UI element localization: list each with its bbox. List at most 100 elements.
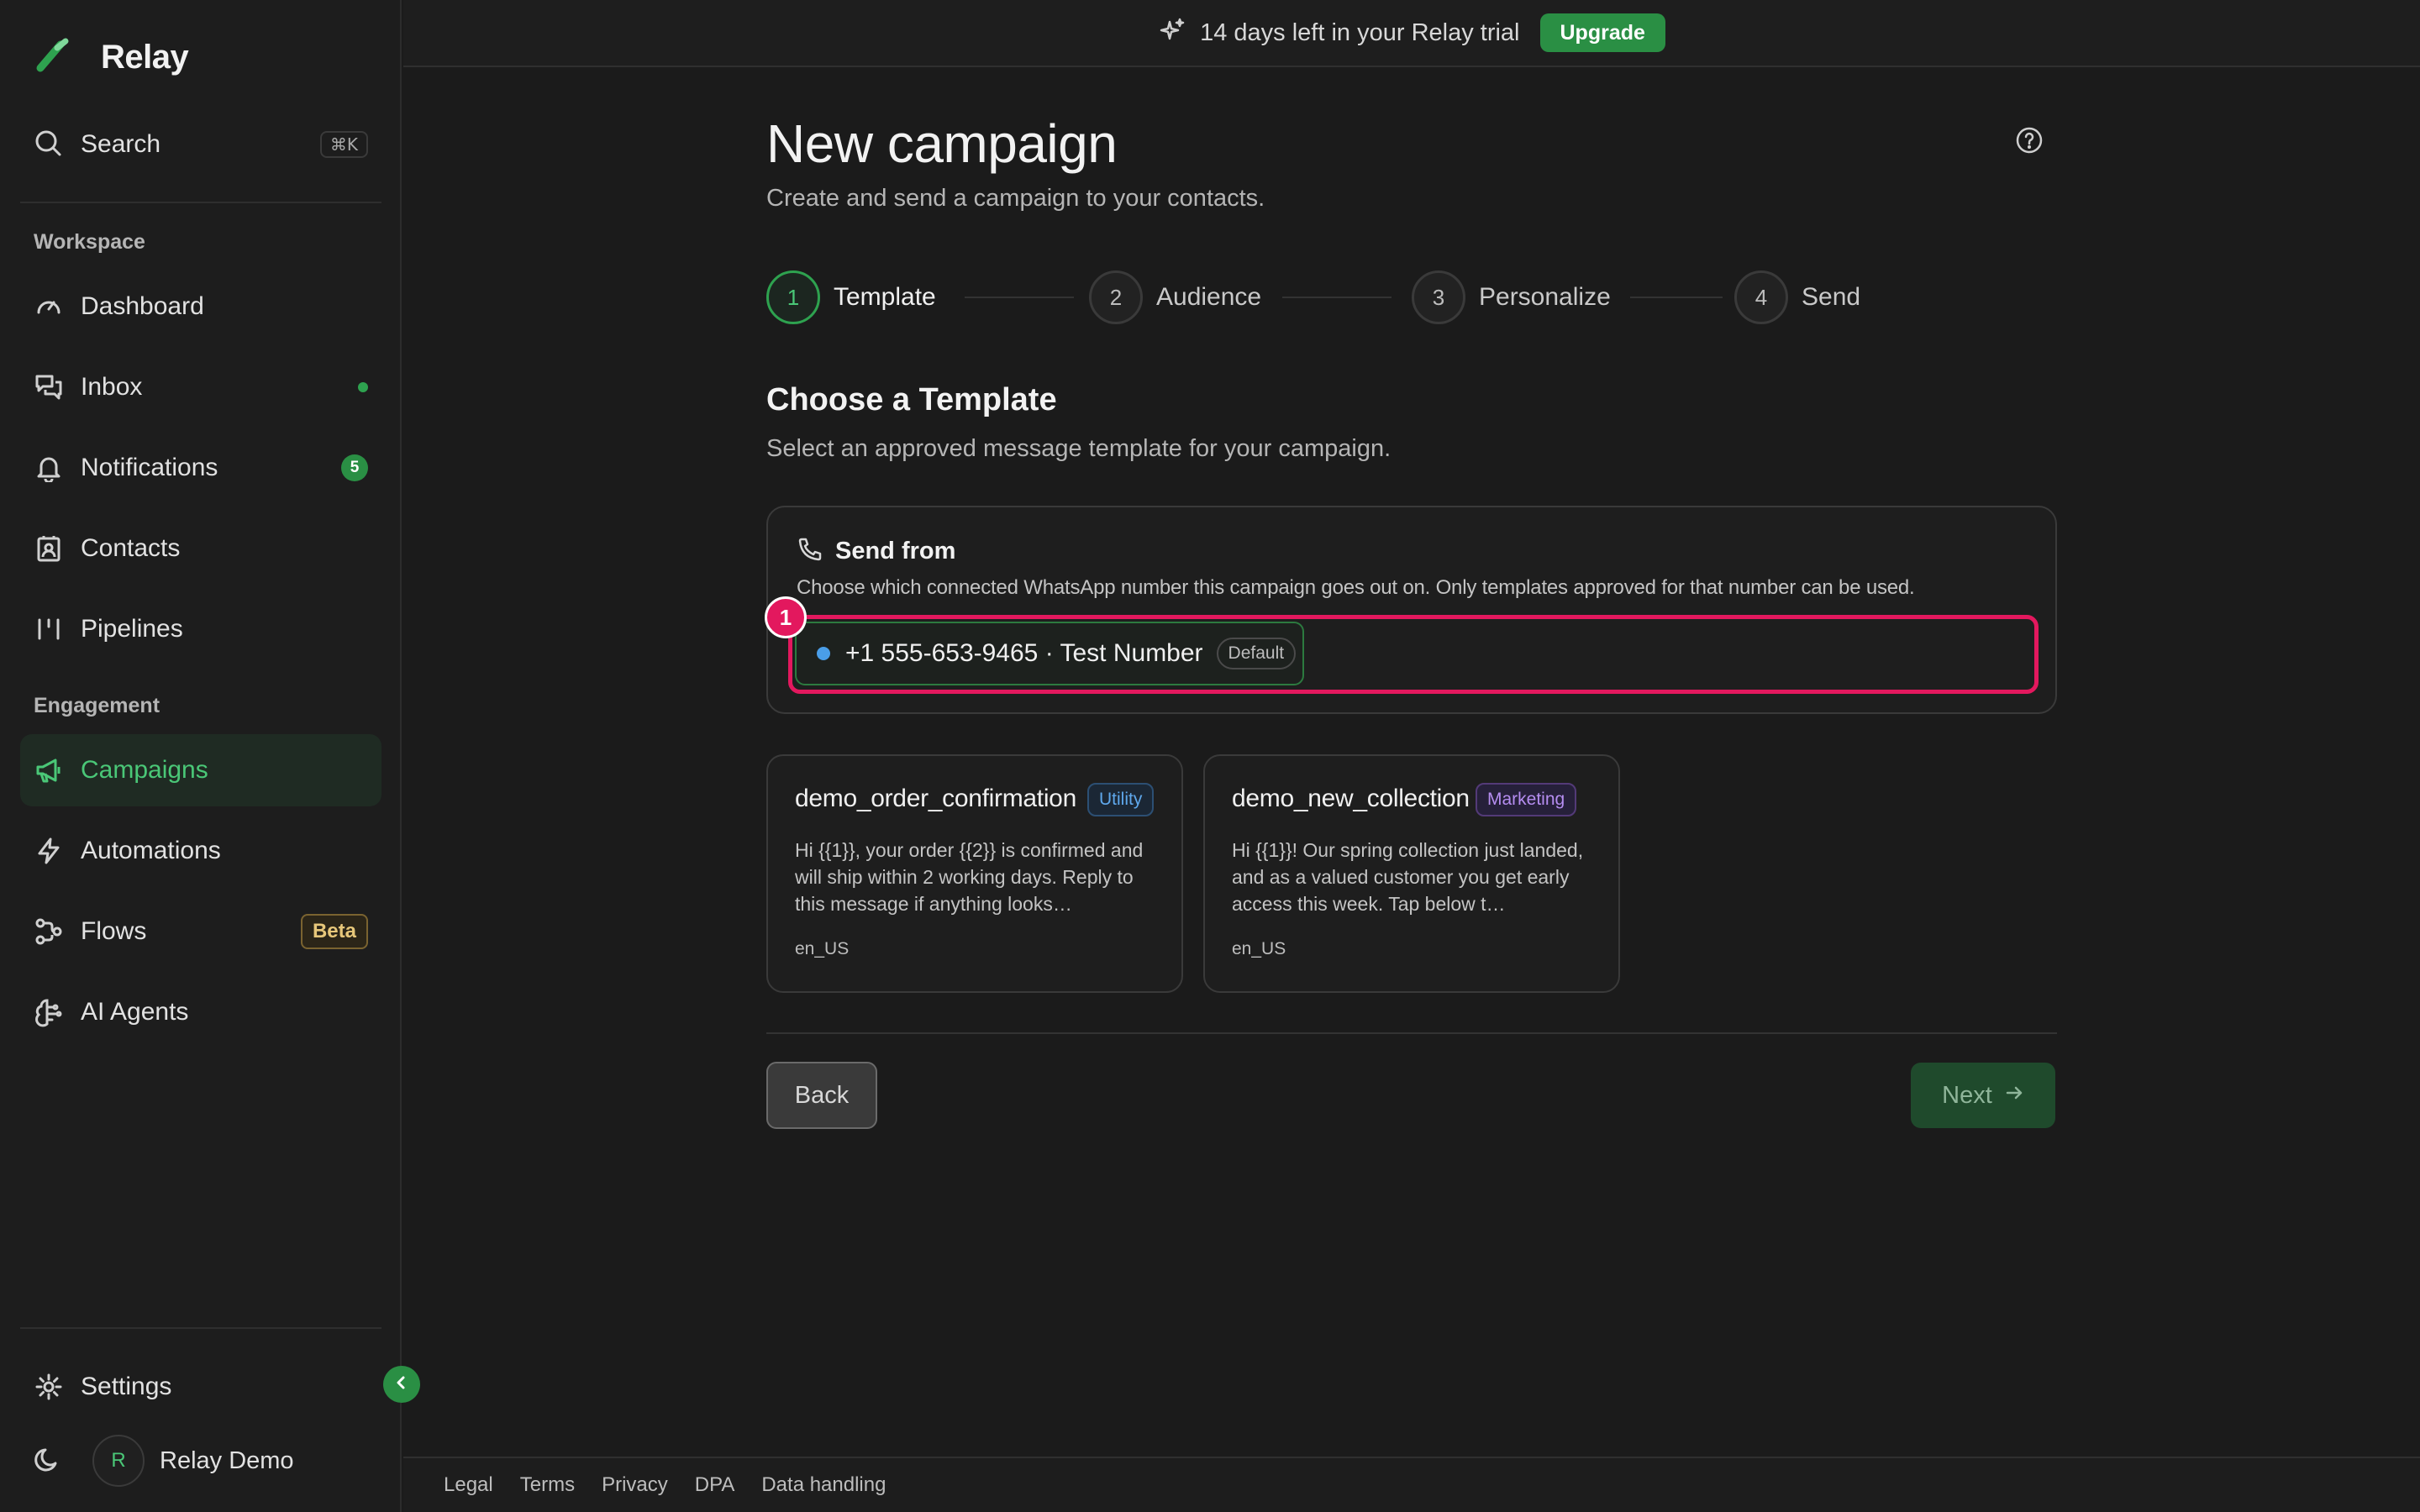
step-label: Personalize: [1479, 283, 1611, 311]
footer-link-privacy[interactable]: Privacy: [602, 1473, 668, 1497]
brain-icon: [34, 997, 64, 1027]
send-from-description: Choose which connected WhatsApp number t…: [797, 576, 1915, 599]
send-from-header: Send from: [797, 536, 955, 567]
sidebar-item-dashboard[interactable]: Dashboard: [20, 270, 381, 343]
step-template[interactable]: 1 Template: [766, 270, 936, 324]
sidebar-item-campaigns[interactable]: Campaigns: [20, 734, 381, 806]
step-number: 4: [1734, 270, 1788, 324]
template-body: Hi {{1}}! Our spring collection just lan…: [1232, 839, 1584, 915]
arrow-right-icon: [2004, 1082, 2024, 1110]
search-shortcut: ⌘K: [319, 131, 368, 158]
next-button[interactable]: Next: [1911, 1063, 2055, 1128]
category-badge: Utility: [1087, 783, 1155, 816]
sidebar-item-ai-agents[interactable]: AI Agents: [20, 976, 381, 1048]
chat-icon: [34, 372, 64, 402]
sidebar-item-pipelines[interactable]: Pipelines: [20, 593, 381, 665]
step-label: Template: [834, 283, 936, 311]
collapse-sidebar-button[interactable]: [383, 1366, 420, 1403]
flow-icon: [34, 916, 64, 947]
status-dot: [817, 647, 830, 660]
search-icon: [34, 129, 62, 161]
step-audience[interactable]: 2 Audience: [1089, 270, 1261, 324]
footer-link-data-handling[interactable]: Data handling: [761, 1473, 886, 1497]
sidebar-item-flows[interactable]: Flows Beta: [20, 895, 381, 968]
sidebar-divider: [20, 202, 381, 203]
trial-text: 14 days left in your Relay trial: [1200, 18, 1520, 46]
section-heading: Choose a Template: [766, 382, 1057, 417]
template-language: en_US: [795, 939, 850, 958]
template-card[interactable]: demo_new_collection Marketing Hi {{1}}! …: [1203, 754, 1620, 993]
step-connector: [1630, 297, 1723, 298]
bolt-icon: [34, 836, 64, 866]
actions-divider: [766, 1032, 2057, 1034]
user-name[interactable]: Relay Demo: [160, 1447, 294, 1475]
step-label: Audience: [1156, 283, 1262, 311]
sidebar-item-label: Inbox: [81, 373, 143, 401]
trial-banner: 14 days left in your Relay trial Upgrade: [403, 0, 2420, 67]
pipeline-icon: [34, 614, 64, 644]
user-row: R Relay Demo: [34, 1433, 294, 1488]
phone-number-label: +1 555-653-9465 · Test Number: [845, 639, 1203, 667]
search-button[interactable]: Search ⌘K: [20, 119, 368, 170]
avatar[interactable]: R: [92, 1435, 145, 1487]
step-label: Send: [1802, 283, 1861, 311]
beta-badge: Beta: [300, 914, 368, 949]
sidebar-item-label: Flows: [81, 917, 147, 945]
campaign-stepper: 1 Template 2 Audience 3 Personalize 4 Se…: [766, 270, 1860, 324]
sidebar-item-label: Pipelines: [81, 615, 183, 643]
chevron-left-icon: [393, 1374, 410, 1395]
sidebar-item-label: Campaigns: [81, 756, 208, 784]
engagement-section-title: Engagement: [34, 694, 160, 717]
send-from-title: Send from: [835, 538, 956, 564]
brand-name: Relay: [101, 38, 189, 76]
category-badge: Marketing: [1476, 783, 1577, 816]
phone-icon: [797, 536, 823, 567]
step-number: 1: [766, 270, 820, 324]
bell-icon: [34, 453, 64, 483]
sidebar-item-inbox[interactable]: Inbox: [20, 351, 381, 423]
footer-link-legal[interactable]: Legal: [444, 1473, 493, 1497]
step-send[interactable]: 4 Send: [1734, 270, 1860, 324]
sidebar-item-label: Settings: [81, 1373, 172, 1400]
back-button[interactable]: Back: [766, 1062, 877, 1129]
template-language: en_US: [1232, 939, 1286, 958]
phone-number-option[interactable]: +1 555-653-9465 · Test Number Default: [795, 622, 1304, 685]
step-connector: [1282, 297, 1392, 298]
moon-icon[interactable]: [34, 1445, 62, 1478]
unread-indicator: [358, 382, 368, 392]
app-window: Relay Search ⌘K Workspace Dashboard Inbo…: [0, 0, 2420, 1512]
relay-logo-icon: [34, 36, 72, 79]
page-subtitle: Create and send a campaign to your conta…: [766, 185, 1265, 212]
template-card[interactable]: demo_order_confirmation Utility Hi {{1}}…: [766, 754, 1183, 993]
footer-link-terms[interactable]: Terms: [520, 1473, 575, 1497]
help-icon[interactable]: [2015, 126, 2044, 155]
upgrade-button[interactable]: Upgrade: [1539, 13, 1665, 52]
search-label: Search: [81, 130, 161, 158]
step-number: 2: [1089, 270, 1143, 324]
contacts-icon: [34, 533, 64, 564]
page-title: New campaign: [766, 113, 1118, 174]
sidebar-item-label: Notifications: [81, 454, 218, 481]
sidebar-item-automations[interactable]: Automations: [20, 815, 381, 887]
next-label: Next: [1942, 1081, 1992, 1109]
sidebar-item-contacts[interactable]: Contacts: [20, 512, 381, 585]
sparkles-icon: [1158, 17, 1186, 50]
step-number: 3: [1412, 270, 1465, 324]
sidebar-item-settings[interactable]: Settings: [20, 1351, 381, 1423]
sidebar-item-label: Contacts: [81, 534, 181, 562]
sidebar-item-notifications[interactable]: Notifications 5: [20, 432, 381, 504]
footer-link-dpa[interactable]: DPA: [695, 1473, 735, 1497]
template-name: demo_new_collection: [1232, 785, 1470, 812]
sidebar-item-label: Dashboard: [81, 292, 204, 320]
brand[interactable]: Relay: [34, 34, 189, 81]
gauge-icon: [34, 291, 64, 322]
sidebar-item-label: AI Agents: [81, 998, 189, 1026]
send-from-card: Send from Choose which connected WhatsAp…: [765, 506, 2057, 714]
step-connector: [965, 297, 1074, 298]
template-name: demo_order_confirmation: [795, 785, 1076, 812]
template-body: Hi {{1}}, your order {{2}} is confirmed …: [795, 839, 1144, 915]
step-personalize[interactable]: 3 Personalize: [1412, 270, 1611, 324]
sidebar-item-label: Automations: [81, 837, 221, 864]
section-description: Select an approved message template for …: [766, 435, 1392, 462]
page-footer: Legal Terms Privacy DPA Data handling: [403, 1457, 2420, 1512]
